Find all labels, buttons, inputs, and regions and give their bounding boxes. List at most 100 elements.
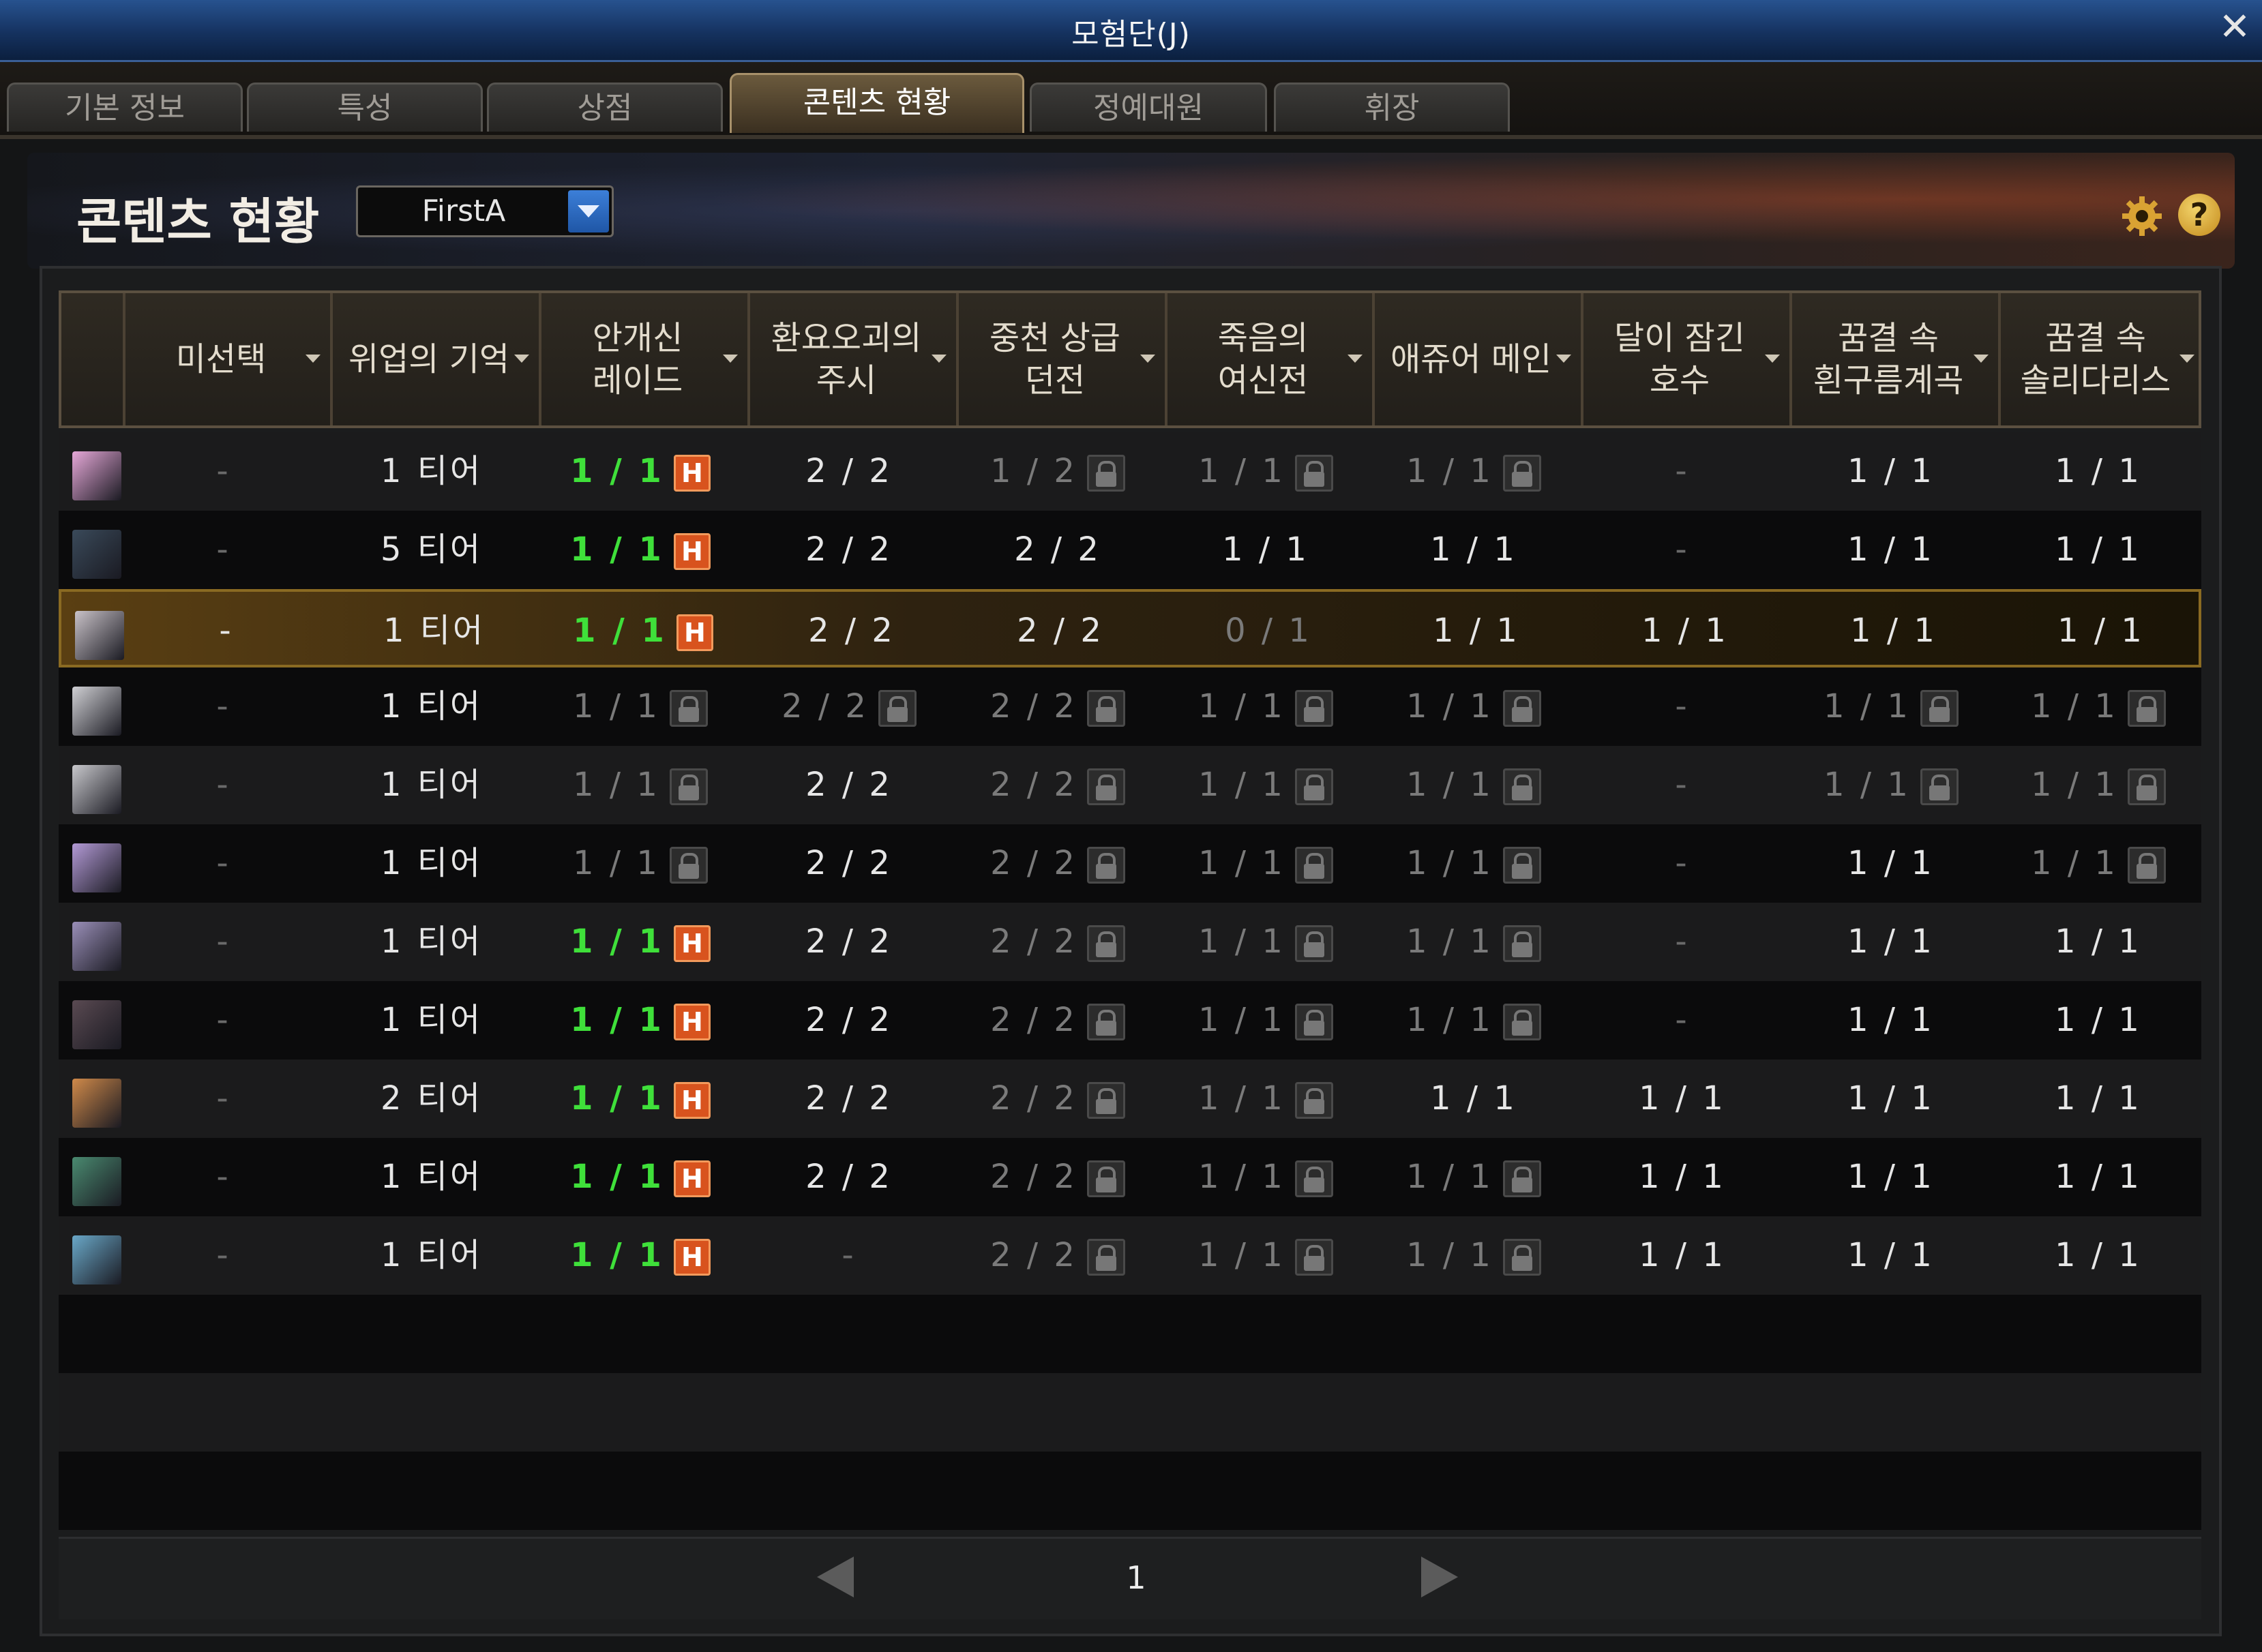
table-cell: 1 / 1 (1162, 432, 1369, 511)
tab-1[interactable]: 기본 정보 (7, 82, 243, 132)
table-cell: 1 / 1 (536, 746, 745, 824)
cell-value: - (1675, 844, 1690, 882)
table-cell: - (1578, 511, 1787, 589)
character-avatar (72, 922, 121, 971)
table-row[interactable]: -1 티어 1 / 1H2 / 22 / 21 / 11 / 11 / 11 / … (59, 1138, 2201, 1216)
table-row[interactable]: -1 티어 1 / 1H2 / 22 / 21 / 11 / 1-1 / 11 /… (59, 981, 2201, 1060)
character-avatar (72, 1235, 121, 1285)
cell-value: 1 / 1 (1430, 530, 1517, 569)
cell-value: 2 / 2 (990, 922, 1077, 961)
close-button[interactable]: ✕ (2214, 7, 2255, 48)
cell-value: - (1675, 530, 1690, 569)
cell-value: 1 / 1 (1198, 687, 1285, 725)
cell-value: 1 / 1 (1198, 1236, 1285, 1274)
prev-page-button[interactable] (817, 1557, 854, 1597)
table-row[interactable]: - 1 티어 1 / 1 2 / 2 2 / 2 1 / 1 1 / 1 - 1 / 1 1 / … (59, 824, 2201, 903)
cell-value: 1 / 1 (1406, 766, 1493, 804)
table-row[interactable]: - 1 티어 1 / 1 2 / 2 2 / 2 1 / 1 1 / 1 - 1 / 1 1 / … (59, 667, 2201, 746)
table-cell: 1 / 1 (1578, 1060, 1787, 1138)
tab-5[interactable]: 정예대원 (1030, 82, 1267, 132)
cell-value: 1 / 1 (1641, 612, 1729, 650)
cell-value: 1 / 1 (1406, 1001, 1493, 1039)
table-cell: 1 / 1 (1995, 903, 2201, 981)
cell-value: 1 / 1 (1847, 1001, 1935, 1039)
cell-value: 1 티어 (383, 612, 486, 650)
table-row[interactable]: -2 티어 1 / 1H2 / 22 / 21 / 11 / 11 / 11 / … (59, 1060, 2201, 1138)
table-cell: - (1578, 903, 1787, 981)
table-cell: 1 / 1 (1787, 746, 1995, 824)
sort-arrow-icon[interactable] (1556, 355, 1571, 363)
column-header-4[interactable]: 환요오괴의 주시 (747, 293, 956, 425)
character-avatar (72, 530, 121, 579)
table-row[interactable]: -5 티어 1 / 1H2 / 22 / 21 / 11 / 1-1 / 11 /… (59, 511, 2201, 589)
table-cell: 1 / 1H (539, 592, 747, 670)
table-cell: 1 티어 (327, 1138, 536, 1216)
column-header-1[interactable]: 미선택 (123, 293, 330, 425)
sort-arrow-icon[interactable] (1974, 355, 1989, 363)
table-cell: 1 / 1H (536, 1060, 745, 1138)
cell-value: 1 / 1 (1198, 1001, 1285, 1039)
lock-icon (1086, 1239, 1125, 1276)
column-header-8[interactable]: 달이 잠긴 호수 (1581, 293, 1789, 425)
character-avatar (72, 765, 121, 814)
table-cell: 2 / 2 (745, 903, 953, 981)
hard-mode-icon: H (673, 1160, 711, 1197)
table-cell: 1 / 1 (1369, 824, 1578, 903)
sort-arrow-icon[interactable] (932, 355, 947, 363)
table-cell: 1 / 1H (536, 432, 745, 511)
sort-arrow-icon[interactable] (1140, 355, 1155, 363)
tab-2[interactable]: 특성 (247, 82, 483, 132)
column-header-9[interactable]: 꿈결 속 흰구름계곡 (1789, 293, 1998, 425)
column-header-6[interactable]: 죽음의 여신전 (1165, 293, 1372, 425)
character-select[interactable]: FirstA (356, 185, 614, 237)
table-row[interactable]: -1 티어 1 / 1H2 / 22 / 21 / 11 / 1-1 / 11 /… (59, 903, 2201, 981)
table-cell: 1 티어 (327, 1216, 536, 1295)
cell-value: - (216, 1236, 231, 1274)
sort-arrow-icon[interactable] (1765, 355, 1780, 363)
sort-arrow-icon[interactable] (306, 355, 321, 363)
next-page-button[interactable] (1421, 1557, 1458, 1597)
cell-value: 1 / 1 (2055, 1158, 2142, 1196)
table-row[interactable]: - 1 티어 1 / 1 2 / 2 2 / 2 1 / 1 1 / 1 - 1 / 1 1 / … (59, 746, 2201, 824)
table-cell: 1 / 1H (536, 903, 745, 981)
table-cell: - (120, 432, 327, 511)
column-header-3[interactable]: 안개신 레이드 (539, 293, 747, 425)
cell-value: 2 / 2 (990, 687, 1077, 725)
cell-value: - (216, 1001, 231, 1039)
column-header-10[interactable]: 꿈결 속 솔리다리스 (1998, 293, 2204, 425)
sort-arrow-icon[interactable] (2179, 355, 2194, 363)
help-icon[interactable]: ? (2178, 194, 2220, 236)
cell-value: 1 티어 (380, 687, 483, 725)
cell-value: 1 / 1 (1406, 687, 1493, 725)
table-cell: 1 / 1 (1995, 1138, 2201, 1216)
cell-value: 1 / 1 (1850, 612, 1937, 650)
table-row[interactable]: -1 티어 1 / 1H2 / 21 / 21 / 11 / 1-1 / 11 /… (59, 432, 2201, 511)
hard-mode-icon: H (673, 1239, 711, 1276)
lock-icon (1086, 1160, 1125, 1197)
table-row[interactable]: -1 티어 1 / 1H2 / 22 / 20 / 11 / 11 / 11 / … (59, 589, 2201, 667)
cell-value: 2 / 2 (805, 1158, 893, 1196)
table-row[interactable]: -1 티어 1 / 1H-2 / 21 / 11 / 11 / 11 / 11 /… (59, 1216, 2201, 1295)
cell-value: 0 / 1 (1225, 612, 1312, 650)
tab-6[interactable]: 휘장 (1274, 82, 1510, 132)
column-header-5[interactable]: 중천 상급 던전 (956, 293, 1165, 425)
column-header-7[interactable]: 애쥬어 메인 (1372, 293, 1581, 425)
chevron-down-icon[interactable] (568, 190, 609, 232)
column-header-2[interactable]: 위업의 기억 (330, 293, 539, 425)
lock-icon (1086, 847, 1125, 884)
table-cell: 1 / 1 (1369, 511, 1578, 589)
sort-arrow-icon[interactable] (514, 355, 529, 363)
sort-arrow-icon[interactable] (723, 355, 738, 363)
lock-icon (1502, 847, 1541, 884)
lock-icon (1294, 690, 1333, 727)
gear-icon[interactable] (2119, 194, 2164, 239)
table-cell: 1 / 1 (536, 824, 745, 903)
tab-4[interactable]: 콘텐츠 현황 (730, 73, 1024, 133)
table-cell: 1 / 1 (1369, 903, 1578, 981)
sort-arrow-icon[interactable] (1348, 355, 1363, 363)
table-cell: 1 / 1 (1787, 1060, 1995, 1138)
cell-value: 1 / 1 (2031, 687, 2118, 725)
tab-3[interactable]: 상점 (487, 82, 723, 132)
table-cell: 1 / 1 (1369, 981, 1578, 1060)
page-number: 1 (1126, 1559, 1146, 1596)
